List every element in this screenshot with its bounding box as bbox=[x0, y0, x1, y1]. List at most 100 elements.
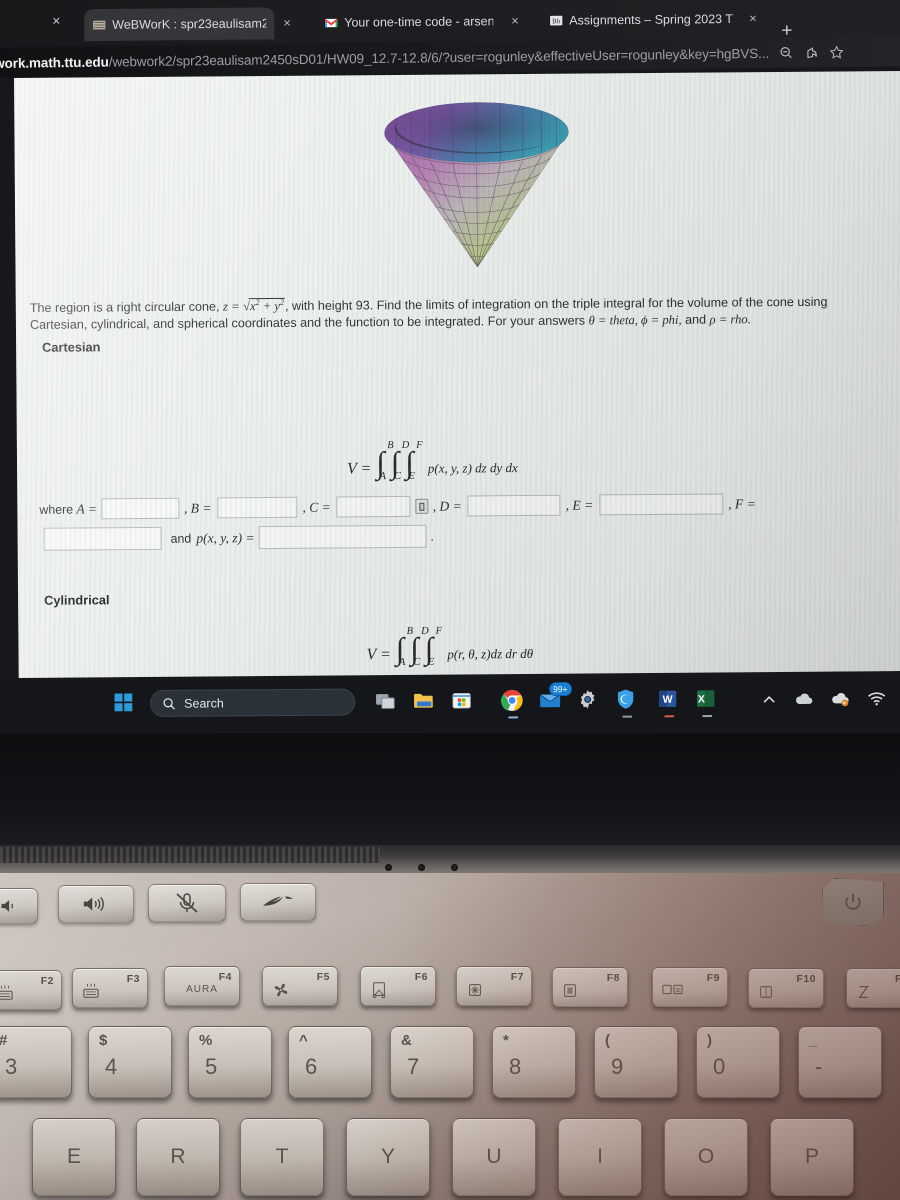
key-4[interactable]: $ 4 bbox=[88, 1026, 172, 1098]
key-F5-fan[interactable]: F5 bbox=[262, 966, 338, 1006]
settings-button[interactable] bbox=[576, 688, 601, 713]
input-p-function-cartesian[interactable] bbox=[258, 524, 427, 550]
key-F10[interactable]: F10 bbox=[748, 968, 824, 1008]
volume-down-button[interactable] bbox=[0, 888, 38, 924]
screenshot-snip-icon bbox=[372, 982, 386, 999]
key-symbol-dollar: $ bbox=[99, 1032, 108, 1049]
wifi-icon[interactable] bbox=[867, 690, 886, 706]
chevron-up-icon[interactable] bbox=[761, 691, 777, 707]
key-F4-aura[interactable]: F4 AURA bbox=[164, 966, 240, 1006]
key-minus[interactable]: _ - bbox=[798, 1026, 882, 1098]
key-label-F8: F8 bbox=[606, 972, 620, 984]
key-O[interactable]: O bbox=[664, 1118, 748, 1196]
start-button[interactable] bbox=[112, 691, 137, 716]
key-I[interactable]: I bbox=[558, 1118, 642, 1196]
preview-button-icon[interactable] bbox=[415, 498, 429, 514]
input-E-cartesian[interactable] bbox=[599, 493, 724, 516]
indicator-led-icon bbox=[418, 863, 425, 871]
cartesian-V-label: V = bbox=[347, 460, 372, 478]
input-C-cartesian[interactable] bbox=[336, 495, 411, 518]
windows-taskbar: Search 99+ W X bbox=[0, 676, 900, 733]
power-button[interactable] bbox=[822, 878, 884, 926]
period-cartesian: . bbox=[430, 529, 435, 544]
keyboard-backlight-up-icon bbox=[83, 983, 99, 998]
key-F7[interactable]: F7 bbox=[456, 966, 532, 1006]
mail-button[interactable]: 99+ bbox=[538, 682, 573, 713]
svg-text:X: X bbox=[698, 693, 705, 705]
key-label-F4: F4 bbox=[218, 971, 232, 983]
word-button[interactable]: W bbox=[656, 687, 681, 718]
search-icon bbox=[163, 697, 175, 710]
label-A-cartesian: A = bbox=[76, 500, 98, 517]
input-D-cartesian[interactable] bbox=[467, 494, 561, 517]
svg-text:Bb: Bb bbox=[552, 17, 561, 25]
key-F6-snip[interactable]: F6 bbox=[360, 966, 436, 1006]
key-0[interactable]: ) 0 bbox=[696, 1026, 780, 1098]
problem-statement: The region is a right circular cone, z =… bbox=[30, 289, 880, 334]
key-9[interactable]: ( 9 bbox=[594, 1026, 678, 1098]
key-8[interactable]: * 8 bbox=[492, 1026, 576, 1098]
key-F2[interactable]: F2 bbox=[0, 970, 62, 1010]
brightness-icon bbox=[469, 984, 481, 996]
microsoft-store-button[interactable] bbox=[450, 689, 475, 714]
key-3[interactable]: # 3 bbox=[0, 1026, 72, 1098]
cylindrical-integrand: p(r, θ, z)dz dr dθ bbox=[447, 645, 534, 662]
key-F8[interactable]: F8 bbox=[552, 967, 628, 1007]
url-text: work.math.ttu.edu/webwork2/spr23eaulisam… bbox=[0, 45, 769, 70]
browser-tab-assignments[interactable]: Bb Assignments – Spring 2023 TTU bbox=[541, 3, 741, 37]
cone-3d-plot-svg bbox=[384, 101, 569, 268]
key-E[interactable]: E bbox=[32, 1118, 116, 1196]
mic-mute-button[interactable] bbox=[148, 884, 226, 922]
share-icon[interactable] bbox=[804, 45, 819, 60]
browser-tab-gmail[interactable]: Your one-time code - arsenalbea bbox=[316, 5, 501, 39]
bookmark-star-icon[interactable] bbox=[829, 44, 844, 59]
key-minus-label: - bbox=[815, 1054, 823, 1079]
input-F-cartesian[interactable] bbox=[43, 526, 162, 551]
key-F3[interactable]: F3 bbox=[72, 968, 148, 1008]
volume-up-button[interactable] bbox=[58, 885, 134, 923]
rog-armoury-button[interactable] bbox=[240, 883, 316, 921]
task-view-button[interactable] bbox=[374, 689, 399, 714]
chrome-button[interactable] bbox=[500, 688, 525, 719]
hinge-vent-strip bbox=[0, 847, 380, 863]
task-view-icon bbox=[376, 694, 395, 709]
close-icon-tab-assignments[interactable]: × bbox=[749, 11, 757, 26]
key-label-F5: F5 bbox=[316, 971, 330, 983]
tab-close-icon-leftmost[interactable]: × bbox=[52, 12, 60, 28]
key-5[interactable]: % 5 bbox=[188, 1026, 272, 1098]
key-R[interactable]: R bbox=[136, 1118, 220, 1196]
input-B-cartesian[interactable] bbox=[217, 496, 298, 519]
problem-text-1: The region is a right circular cone, bbox=[29, 299, 224, 316]
key-T[interactable]: T bbox=[240, 1118, 324, 1196]
key-U[interactable]: U bbox=[452, 1118, 536, 1196]
key-symbol-ampersand: & bbox=[401, 1032, 412, 1049]
shield-swirl-icon bbox=[617, 689, 634, 709]
cloud-icon[interactable] bbox=[794, 691, 814, 707]
browser-button[interactable] bbox=[614, 688, 639, 718]
input-A-cartesian[interactable] bbox=[100, 497, 180, 520]
key-F11[interactable]: F11 bbox=[846, 968, 900, 1008]
browser-tab-webwork[interactable]: WeBWorK : spr23eaulisam2450sD bbox=[84, 7, 275, 42]
search-box[interactable]: Search bbox=[150, 688, 356, 717]
rog-logo-icon bbox=[262, 896, 294, 906]
key-label-F11: F11 bbox=[894, 973, 900, 985]
tab-title-gmail: Your one-time code - arsenalbea bbox=[344, 14, 494, 30]
excel-button[interactable]: X bbox=[694, 687, 719, 718]
onedrive-icon[interactable] bbox=[831, 690, 850, 707]
close-icon-tab-gmail[interactable]: × bbox=[511, 13, 519, 28]
key-Y[interactable]: Y bbox=[346, 1118, 430, 1196]
cartesian-integrand: p(x, y, z) dz dy dx bbox=[427, 460, 518, 476]
file-explorer-button[interactable] bbox=[412, 689, 437, 714]
key-P[interactable]: P bbox=[770, 1118, 854, 1196]
key-6[interactable]: ^ 6 bbox=[288, 1026, 372, 1098]
label-C-cartesian: , C = bbox=[302, 499, 331, 515]
close-icon-tab-webwork[interactable]: × bbox=[283, 15, 291, 30]
label-F-cartesian: , F = bbox=[728, 495, 756, 511]
key-7[interactable]: & 7 bbox=[390, 1026, 474, 1098]
key-F9[interactable]: F9 bbox=[652, 967, 728, 1007]
zoom-out-icon[interactable] bbox=[779, 45, 794, 60]
tab-title-webwork: WeBWorK : spr23eaulisam2450sD bbox=[112, 16, 267, 32]
key-label-F2: F2 bbox=[40, 975, 54, 987]
power-icon bbox=[845, 893, 861, 910]
key-symbol-underscore: _ bbox=[809, 1032, 818, 1049]
